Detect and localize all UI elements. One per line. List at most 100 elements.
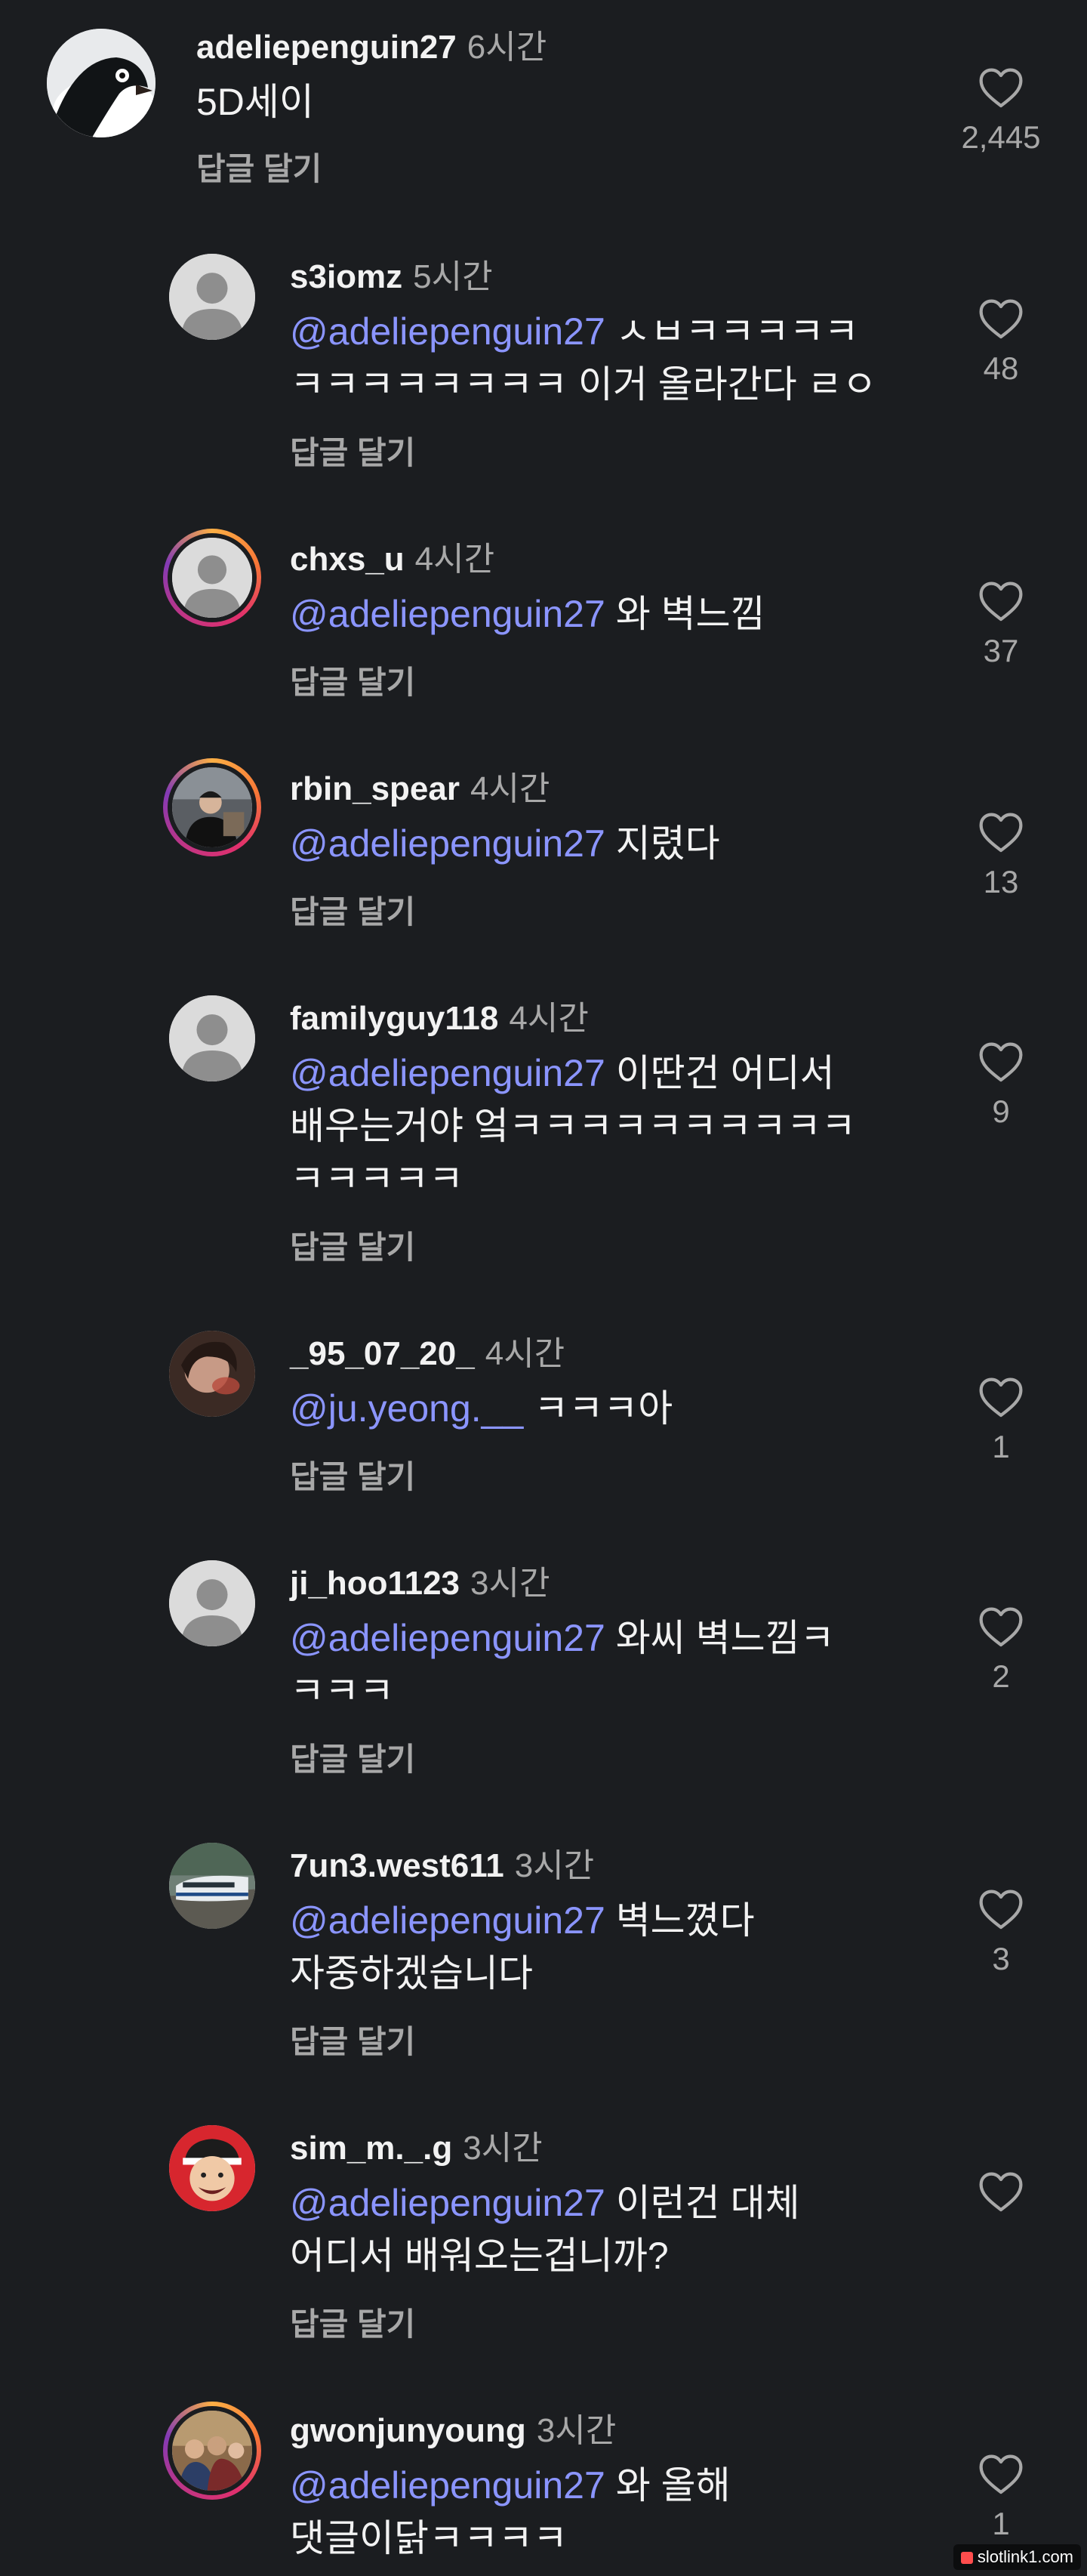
mention-link[interactable]: @adeliepenguin27 xyxy=(290,822,605,865)
comment-username[interactable]: _95_07_20_ 4시간 xyxy=(290,1326,565,1374)
mention-link[interactable]: @adeliepenguin27 xyxy=(290,2182,605,2224)
reply-button[interactable]: 답글 달기 xyxy=(290,657,415,703)
heart-icon[interactable] xyxy=(977,810,1025,853)
mention-link[interactable]: @adeliepenguin27 xyxy=(290,1899,605,1942)
like-button[interactable]: 3 xyxy=(956,1886,1046,1977)
comment-time: 4시간 xyxy=(470,770,550,807)
watermark-logo-icon xyxy=(960,2552,973,2564)
like-button[interactable]: 48 xyxy=(956,296,1046,387)
comment-username[interactable]: familyguy118 4시간 xyxy=(290,991,589,1039)
default-avatar-icon xyxy=(169,995,255,1081)
avatar[interactable] xyxy=(169,1843,255,1929)
train-photo-avatar xyxy=(169,1843,255,1929)
avatar[interactable] xyxy=(169,254,255,340)
reply-button[interactable]: 답글 달기 xyxy=(290,427,415,474)
like-button[interactable] xyxy=(956,2169,1046,2223)
avatar[interactable] xyxy=(172,538,252,618)
person-photo-avatar xyxy=(169,1331,255,1417)
comment-username[interactable]: gwonjunyoung 3시간 xyxy=(290,2403,616,2451)
heart-icon[interactable] xyxy=(977,2169,1025,2213)
like-button[interactable]: 2,445 xyxy=(956,65,1046,156)
avatar[interactable] xyxy=(172,767,252,847)
comment-username[interactable]: chxs_u 4시간 xyxy=(290,532,494,580)
comment-username[interactable]: sim_m._.g 3시간 xyxy=(290,2121,543,2169)
heart-icon[interactable] xyxy=(977,1604,1025,1648)
comment-text: 5D세이 xyxy=(196,81,314,123)
avatar[interactable] xyxy=(169,2125,255,2211)
story-ring[interactable] xyxy=(163,2402,261,2500)
reply-button[interactable]: 답글 달기 xyxy=(290,2299,415,2345)
like-count: 1 xyxy=(992,1429,1010,1464)
comment-text: @adeliepenguin27 이런건 대체 어디서 배워오는겁니까? xyxy=(290,2182,800,2277)
like-count: 9 xyxy=(992,1094,1010,1129)
comment-text: @adeliepenguin27 와씨 벽느낌ㅋ ㅋㅋㅋ xyxy=(290,1617,835,1712)
comment-time: 3시간 xyxy=(463,2130,543,2167)
like-button[interactable]: 37 xyxy=(956,578,1046,669)
like-count: 48 xyxy=(983,350,1019,386)
mention-link[interactable]: @adeliepenguin27 xyxy=(290,310,605,353)
avatar[interactable] xyxy=(172,2411,252,2491)
cartoon-photo-avatar xyxy=(169,2125,255,2211)
comment-time: 4시간 xyxy=(414,541,495,578)
avatar[interactable] xyxy=(169,1560,255,1646)
avatar[interactable] xyxy=(169,995,255,1081)
like-count: 13 xyxy=(983,864,1019,899)
story-ring[interactable] xyxy=(163,529,261,627)
reply-button[interactable]: 답글 달기 xyxy=(196,143,322,190)
reply-button[interactable]: 답글 달기 xyxy=(290,887,415,933)
default-avatar-icon xyxy=(169,254,255,340)
like-count: 3 xyxy=(992,1941,1010,1976)
comment-text: @adeliepenguin27 ㅅㅂㅋㅋㅋㅋㅋ ㅋㅋㅋㅋㅋㅋㅋㅋ 이거 올라간… xyxy=(290,310,877,406)
comment-text: @adeliepenguin27 이딴건 어디서 배우는거야 엌ㅋㅋㅋㅋㅋㅋㅋㅋ… xyxy=(290,1052,856,1200)
heart-icon[interactable] xyxy=(977,578,1025,622)
mention-link[interactable]: @adeliepenguin27 xyxy=(290,1052,605,1094)
reply-button[interactable]: 답글 달기 xyxy=(290,1734,415,1780)
comment-time: 3시간 xyxy=(514,1847,595,1884)
heart-icon[interactable] xyxy=(977,1886,1025,1930)
heart-icon[interactable] xyxy=(977,1374,1025,1418)
heart-icon[interactable] xyxy=(977,296,1025,340)
comment-time: 5시간 xyxy=(413,258,493,295)
comment-text: @adeliepenguin27 벽느꼈다 자중하겠습니다 xyxy=(290,1899,755,1994)
story-ring[interactable] xyxy=(163,758,261,856)
like-count: 1 xyxy=(992,2506,1010,2541)
like-count: 2,445 xyxy=(961,119,1041,155)
comment-text: @ju.yeong.__ ㅋㅋㅋ아 xyxy=(290,1387,673,1430)
comment-time: 4시간 xyxy=(509,1000,589,1037)
heart-icon[interactable] xyxy=(977,1039,1025,1083)
like-count: 2 xyxy=(992,1658,1010,1694)
like-button[interactable]: 1 xyxy=(956,1374,1046,1465)
reply-button[interactable]: 답글 달기 xyxy=(290,1222,415,1268)
comment-username[interactable]: s3iomz 5시간 xyxy=(290,249,493,298)
like-count: 37 xyxy=(983,633,1019,668)
reply-button[interactable]: 답글 달기 xyxy=(290,1452,415,1498)
reply-button[interactable]: 답글 달기 xyxy=(290,2016,415,2062)
heart-icon[interactable] xyxy=(977,2451,1025,2495)
like-button[interactable]: 9 xyxy=(956,1039,1046,1130)
avatar[interactable] xyxy=(169,1331,255,1417)
comment-username[interactable]: rbin_spear 4시간 xyxy=(290,761,550,810)
like-button[interactable]: 13 xyxy=(956,810,1046,900)
comment-time: 3시간 xyxy=(536,2412,617,2449)
comment-time: 4시간 xyxy=(485,1335,565,1372)
penguin-avatar-image xyxy=(47,29,156,137)
comment-username[interactable]: adeliepenguin27 6시간 xyxy=(196,20,547,68)
comment-username[interactable]: 7un3.west611 3시간 xyxy=(290,1838,594,1886)
like-button[interactable]: 1 xyxy=(956,2451,1046,2542)
mention-link[interactable]: @adeliepenguin27 xyxy=(290,1617,605,1659)
default-avatar-icon xyxy=(169,1560,255,1646)
comment-time: 3시간 xyxy=(470,1565,550,1602)
comment-text: @adeliepenguin27 와 올해 댓글이닭ㅋㅋㅋㅋ xyxy=(290,2464,731,2559)
avatar[interactable] xyxy=(47,29,156,137)
mention-link[interactable]: @adeliepenguin27 xyxy=(290,593,605,635)
comment-username[interactable]: ji_hoo1123 3시간 xyxy=(290,1556,550,1604)
comment-text: @adeliepenguin27 지렸다 xyxy=(290,822,720,865)
comment-text: @adeliepenguin27 와 벽느낌 xyxy=(290,593,765,635)
watermark: slotlink1.com xyxy=(953,2544,1081,2570)
mention-link[interactable]: @ju.yeong.__ xyxy=(290,1387,523,1430)
mention-link[interactable]: @adeliepenguin27 xyxy=(290,2464,605,2507)
like-button[interactable]: 2 xyxy=(956,1604,1046,1695)
default-avatar-icon xyxy=(172,538,252,618)
heart-icon[interactable] xyxy=(977,65,1025,109)
comment-time: 6시간 xyxy=(467,29,547,66)
